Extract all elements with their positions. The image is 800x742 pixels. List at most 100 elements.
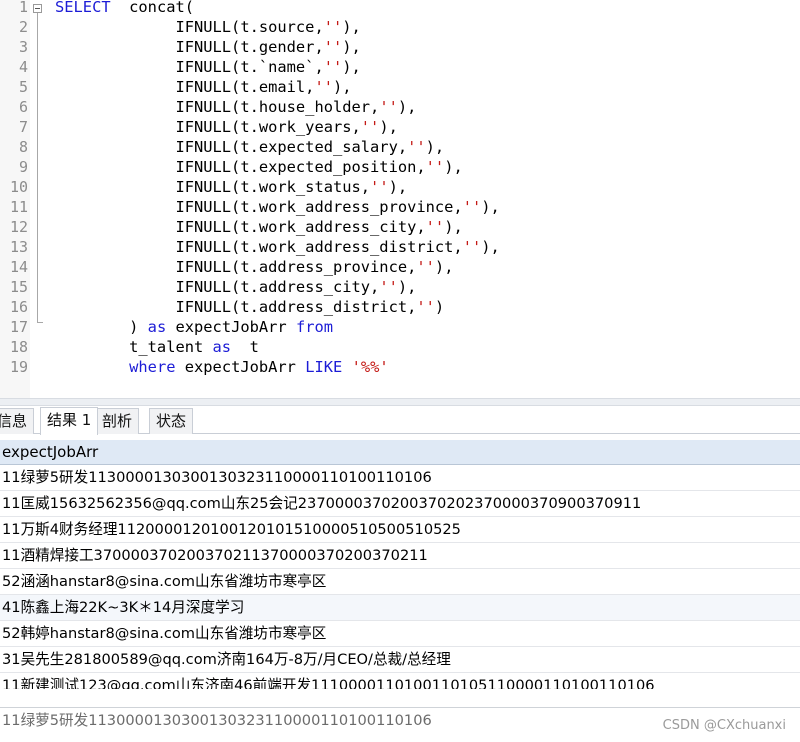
table-row[interactable]: 11酒精焊接工370000370200370211370000370200370…	[0, 543, 800, 569]
column-header-expectjobarr[interactable]: expectJobArr	[0, 440, 800, 465]
tab-status[interactable]: 状态	[149, 408, 194, 434]
sql-token: expectJobArr	[166, 318, 296, 336]
sql-token: ),	[444, 158, 463, 176]
code-line[interactable]: 17 ) as expectJobArr from	[0, 317, 800, 337]
sql-token: t_talent	[55, 338, 213, 356]
sql-token: concat(	[110, 0, 195, 16]
sql-keyword: as	[212, 338, 232, 356]
sql-token: ),	[397, 98, 417, 116]
line-number: 18	[9, 338, 28, 356]
code-line[interactable]: 8 IFNULL(t.expected_salary,''),	[0, 137, 800, 157]
table-row[interactable]: 11匡威15632562356@qq.com山东25会记237000037020…	[0, 491, 800, 517]
code-text: IFNULL(t.expected_position,''),	[55, 157, 463, 177]
code-line[interactable]: 2 IFNULL(t.source,''),	[0, 17, 800, 37]
code-line[interactable]: 19 where expectJobArr LIKE '%%'	[0, 357, 800, 377]
sql-token: ),	[342, 58, 361, 76]
code-line[interactable]: 16 IFNULL(t.address_district,'')	[0, 297, 800, 317]
code-text: IFNULL(t.work_address_city,''),	[55, 217, 462, 237]
code-line[interactable]: 10 IFNULL(t.work_status,''),	[0, 177, 800, 197]
sql-string: ''	[370, 178, 389, 196]
code-text: SELECT concat(	[55, 0, 194, 17]
sql-token: ),	[481, 198, 500, 216]
result-tabs: 信息 结果 1 剖析 状态	[0, 406, 800, 435]
table-row[interactable]: 41陈鑫上海22K~3K＊14月深度学习	[0, 595, 800, 621]
code-line[interactable]: 7 IFNULL(t.work_years,''),	[0, 117, 800, 137]
sql-token: IFNULL(t.expected_position,	[55, 158, 426, 176]
code-line[interactable]: 13 IFNULL(t.work_address_district,''),	[0, 237, 800, 257]
code-text: IFNULL(t.work_status,''),	[55, 177, 407, 197]
pane-splitter[interactable]	[0, 398, 800, 406]
current-cell-value: 11绿萝5研发113000013030013032311000011010011…	[2, 712, 432, 729]
sql-token: IFNULL(t.work_address_city,	[55, 218, 426, 236]
sql-string: ''	[462, 238, 482, 256]
sql-keyword: where	[129, 358, 176, 376]
sql-token: IFNULL(t.gender,	[55, 38, 324, 56]
sql-string: ''	[416, 298, 435, 316]
sql-token: IFNULL(t.expected_salary,	[55, 138, 408, 156]
sql-string: ''	[360, 118, 380, 136]
sql-token: ),	[333, 78, 352, 96]
code-line[interactable]: 15 IFNULL(t.address_city,''),	[0, 277, 800, 297]
table-row[interactable]: 52韩婷hanstar8@sina.com山东省潍坊市寒亭区	[0, 621, 800, 647]
sql-token: expectJobArr	[175, 358, 306, 376]
sql-keyword: from	[295, 318, 334, 336]
sql-token: )	[434, 298, 445, 316]
code-line[interactable]: 5 IFNULL(t.email,''),	[0, 77, 800, 97]
code-line[interactable]: 11 IFNULL(t.work_address_province,''),	[0, 197, 800, 217]
tab-result-1[interactable]: 结果 1	[40, 407, 99, 435]
code-line[interactable]: 6 IFNULL(t.house_holder,''),	[0, 97, 800, 117]
line-number: 16	[9, 298, 28, 316]
code-text: IFNULL(t.work_address_district,''),	[55, 237, 500, 257]
code-line[interactable]: 18 t_talent as t	[0, 337, 800, 357]
sql-string: ''	[407, 138, 426, 156]
sql-token: ),	[388, 178, 408, 196]
table-row[interactable]: 31吴先生281800589@qq.com济南164万-8万/月CEO/总裁/总…	[0, 647, 800, 673]
code-text: IFNULL(t.work_years,''),	[55, 117, 398, 137]
code-line[interactable]: 1 SELECT concat(	[0, 0, 800, 17]
sql-keyword: as	[147, 318, 167, 336]
sql-token: IFNULL(t.house_holder,	[55, 98, 380, 116]
sql-string: ''	[462, 198, 482, 216]
sql-token: IFNULL(t.address_province,	[55, 258, 417, 276]
table-row[interactable]: 11绿萝5研发113000013030013032311000011010011…	[0, 465, 800, 491]
code-line[interactable]: 12 IFNULL(t.work_address_city,''),	[0, 217, 800, 237]
grid-scroll-area[interactable]	[0, 689, 800, 708]
line-number: 10	[9, 178, 28, 196]
sql-token: ),	[481, 238, 500, 256]
sql-token: ),	[342, 38, 361, 56]
line-number: 5	[18, 78, 28, 96]
code-line[interactable]: 9 IFNULL(t.expected_position,''),	[0, 157, 800, 177]
sql-token: IFNULL(t.work_address_province,	[55, 198, 463, 216]
sql-editor[interactable]: 1 SELECT concat(2 IFNULL(t.source,''), 3 I…	[0, 0, 800, 398]
result-grid[interactable]: expectJobArr 11绿萝5研发11300001303001303231…	[0, 440, 800, 699]
code-line[interactable]: 14 IFNULL(t.address_province,''),	[0, 257, 800, 277]
line-number: 12	[9, 218, 28, 236]
tab-profile[interactable]: 剖析	[95, 408, 140, 434]
table-row[interactable]: 11万斯4财务经理1120000120100120101510000510500…	[0, 517, 800, 543]
sql-token: ),	[342, 18, 361, 36]
tab-info[interactable]: 信息	[0, 408, 35, 434]
cell-value-bar: 11绿萝5研发113000013030013032311000011010011…	[0, 708, 800, 742]
sql-token: IFNULL(t.work_years,	[55, 118, 361, 136]
line-number: 3	[18, 38, 28, 56]
code-text: where expectJobArr LIKE '%%'	[55, 357, 389, 377]
sql-token: ),	[425, 138, 445, 156]
code-text: IFNULL(t.address_district,'')	[55, 297, 444, 317]
sql-token: IFNULL(t.work_status,	[55, 178, 371, 196]
sql-token: IFNULL(t.work_address_district,	[55, 238, 463, 256]
line-number: 8	[18, 138, 28, 156]
code-line[interactable]: 4 IFNULL(t.`name`,''),	[0, 57, 800, 77]
line-number: 11	[9, 198, 28, 216]
code-text: IFNULL(t.gender,''),	[55, 37, 361, 57]
line-number: 13	[9, 238, 28, 256]
line-number: 2	[18, 18, 28, 36]
code-text: IFNULL(t.address_city,''),	[55, 277, 416, 297]
sql-token: ),	[379, 118, 398, 136]
line-number: 4	[18, 58, 28, 76]
sql-token: )	[55, 318, 148, 336]
code-text: IFNULL(t.house_holder,''),	[55, 97, 416, 117]
code-line[interactable]: 3 IFNULL(t.gender,''),	[0, 37, 800, 57]
sql-token: IFNULL(t.email,	[55, 78, 315, 96]
table-row[interactable]: 52涵涵hanstar8@sina.com山东省潍坊市寒亭区	[0, 569, 800, 595]
